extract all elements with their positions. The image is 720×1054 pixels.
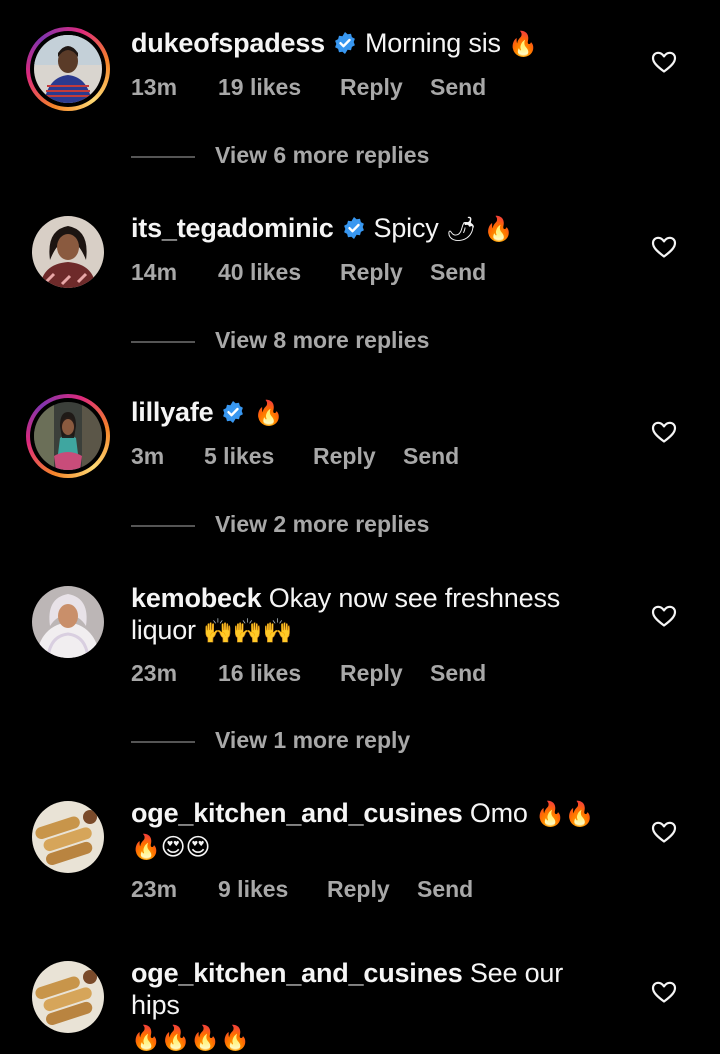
comment-time: 3m	[131, 443, 165, 469]
divider	[131, 741, 195, 743]
comment-body: oge_kitchen_and_cusines Omo 🔥🔥 🔥😍😍	[131, 797, 601, 863]
username[interactable]: its_tegadominic	[131, 213, 334, 243]
comment-text: Okay now see freshness	[268, 583, 561, 613]
comment-emojis: 🔥🔥	[535, 800, 595, 828]
comment-body: lillyafe 🔥	[131, 396, 601, 429]
avatar[interactable]	[26, 580, 110, 664]
verified-badge-icon	[343, 217, 364, 239]
comment-emojis: 🙌🙌🙌	[203, 617, 293, 645]
comment-body: dukeofspadess Morning sis 🔥	[131, 27, 601, 60]
likes-count[interactable]: 19 likes	[218, 74, 301, 101]
avatar-image	[34, 402, 102, 470]
comment-emojis-continued: 🔥🔥🔥🔥	[131, 1024, 250, 1052]
divider	[131, 341, 195, 343]
view-more-replies-label: View 6 more replies	[215, 142, 430, 168]
username[interactable]: dukeofspadess	[131, 28, 325, 58]
avatar[interactable]	[26, 27, 110, 111]
avatar-image	[32, 801, 104, 873]
avatar[interactable]	[26, 394, 110, 478]
reply-button[interactable]: Reply	[340, 660, 403, 687]
likes-count[interactable]: 40 likes	[218, 259, 301, 286]
reply-button[interactable]: Reply	[340, 259, 403, 286]
comment-time: 13m	[131, 74, 178, 100]
heart-outline-icon[interactable]	[651, 604, 677, 628]
likes-count[interactable]: 5 likes	[204, 443, 274, 470]
avatar[interactable]	[26, 210, 110, 294]
avatar-image	[32, 216, 104, 288]
comment-text: Spicy	[373, 213, 439, 243]
comment-text: Morning sis	[364, 28, 501, 58]
verified-badge-icon	[335, 32, 355, 54]
comment-emojis: 🔥	[253, 399, 284, 427]
send-button[interactable]: Send	[430, 74, 486, 101]
reply-button[interactable]: Reply	[313, 443, 376, 470]
avatar[interactable]	[26, 955, 110, 1039]
send-button[interactable]: Send	[430, 660, 486, 687]
view-more-replies-label: View 2 more replies	[215, 511, 430, 537]
divider	[131, 156, 195, 158]
username[interactable]: oge_kitchen_and_cusines	[131, 958, 463, 988]
comment-time: 23m	[131, 660, 178, 686]
username[interactable]: lillyafe	[131, 397, 214, 427]
reply-button[interactable]: Reply	[327, 876, 390, 903]
reply-button[interactable]: Reply	[340, 74, 403, 101]
comment-text-continued: liquor	[131, 615, 196, 645]
heart-outline-icon[interactable]	[651, 980, 677, 1004]
comment-time: 14m	[131, 259, 178, 285]
comment-emojis: 🌶 🔥	[445, 215, 514, 243]
comment-body: its_tegadominic Spicy 🌶 🔥	[131, 212, 601, 245]
send-button[interactable]: Send	[430, 259, 486, 286]
avatar-image	[32, 961, 104, 1033]
view-more-replies-label: View 8 more replies	[215, 327, 430, 353]
comment-text: Omo	[469, 798, 528, 828]
comment-time: 23m	[131, 876, 178, 902]
view-more-replies[interactable]: View 6 more replies	[131, 142, 531, 172]
view-more-replies-label: View 1 more reply	[215, 727, 411, 753]
comment-body: oge_kitchen_and_cusines See our hips 🔥🔥🔥…	[131, 957, 601, 1054]
heart-outline-icon[interactable]	[651, 235, 677, 259]
heart-outline-icon[interactable]	[651, 50, 677, 74]
avatar[interactable]	[26, 795, 110, 879]
likes-count[interactable]: 9 likes	[218, 876, 288, 903]
comment-emojis-continued: 🔥😍😍	[131, 833, 211, 861]
likes-count[interactable]: 16 likes	[218, 660, 301, 687]
view-more-replies[interactable]: View 8 more replies	[131, 327, 531, 357]
comment-emojis: 🔥	[508, 30, 538, 58]
send-button[interactable]: Send	[403, 443, 459, 470]
comment-body: kemobeck Okay now see freshness liquor 🙌…	[131, 582, 601, 647]
verified-badge-icon	[223, 401, 244, 423]
heart-outline-icon[interactable]	[651, 820, 677, 844]
avatar-image	[34, 35, 102, 103]
username[interactable]: kemobeck	[131, 583, 262, 613]
heart-outline-icon[interactable]	[651, 420, 677, 444]
view-more-replies[interactable]: View 2 more replies	[131, 511, 531, 541]
divider	[131, 525, 195, 527]
username[interactable]: oge_kitchen_and_cusines	[131, 798, 463, 828]
view-more-replies[interactable]: View 1 more reply	[131, 727, 531, 757]
avatar-image	[32, 586, 104, 658]
send-button[interactable]: Send	[417, 876, 473, 903]
